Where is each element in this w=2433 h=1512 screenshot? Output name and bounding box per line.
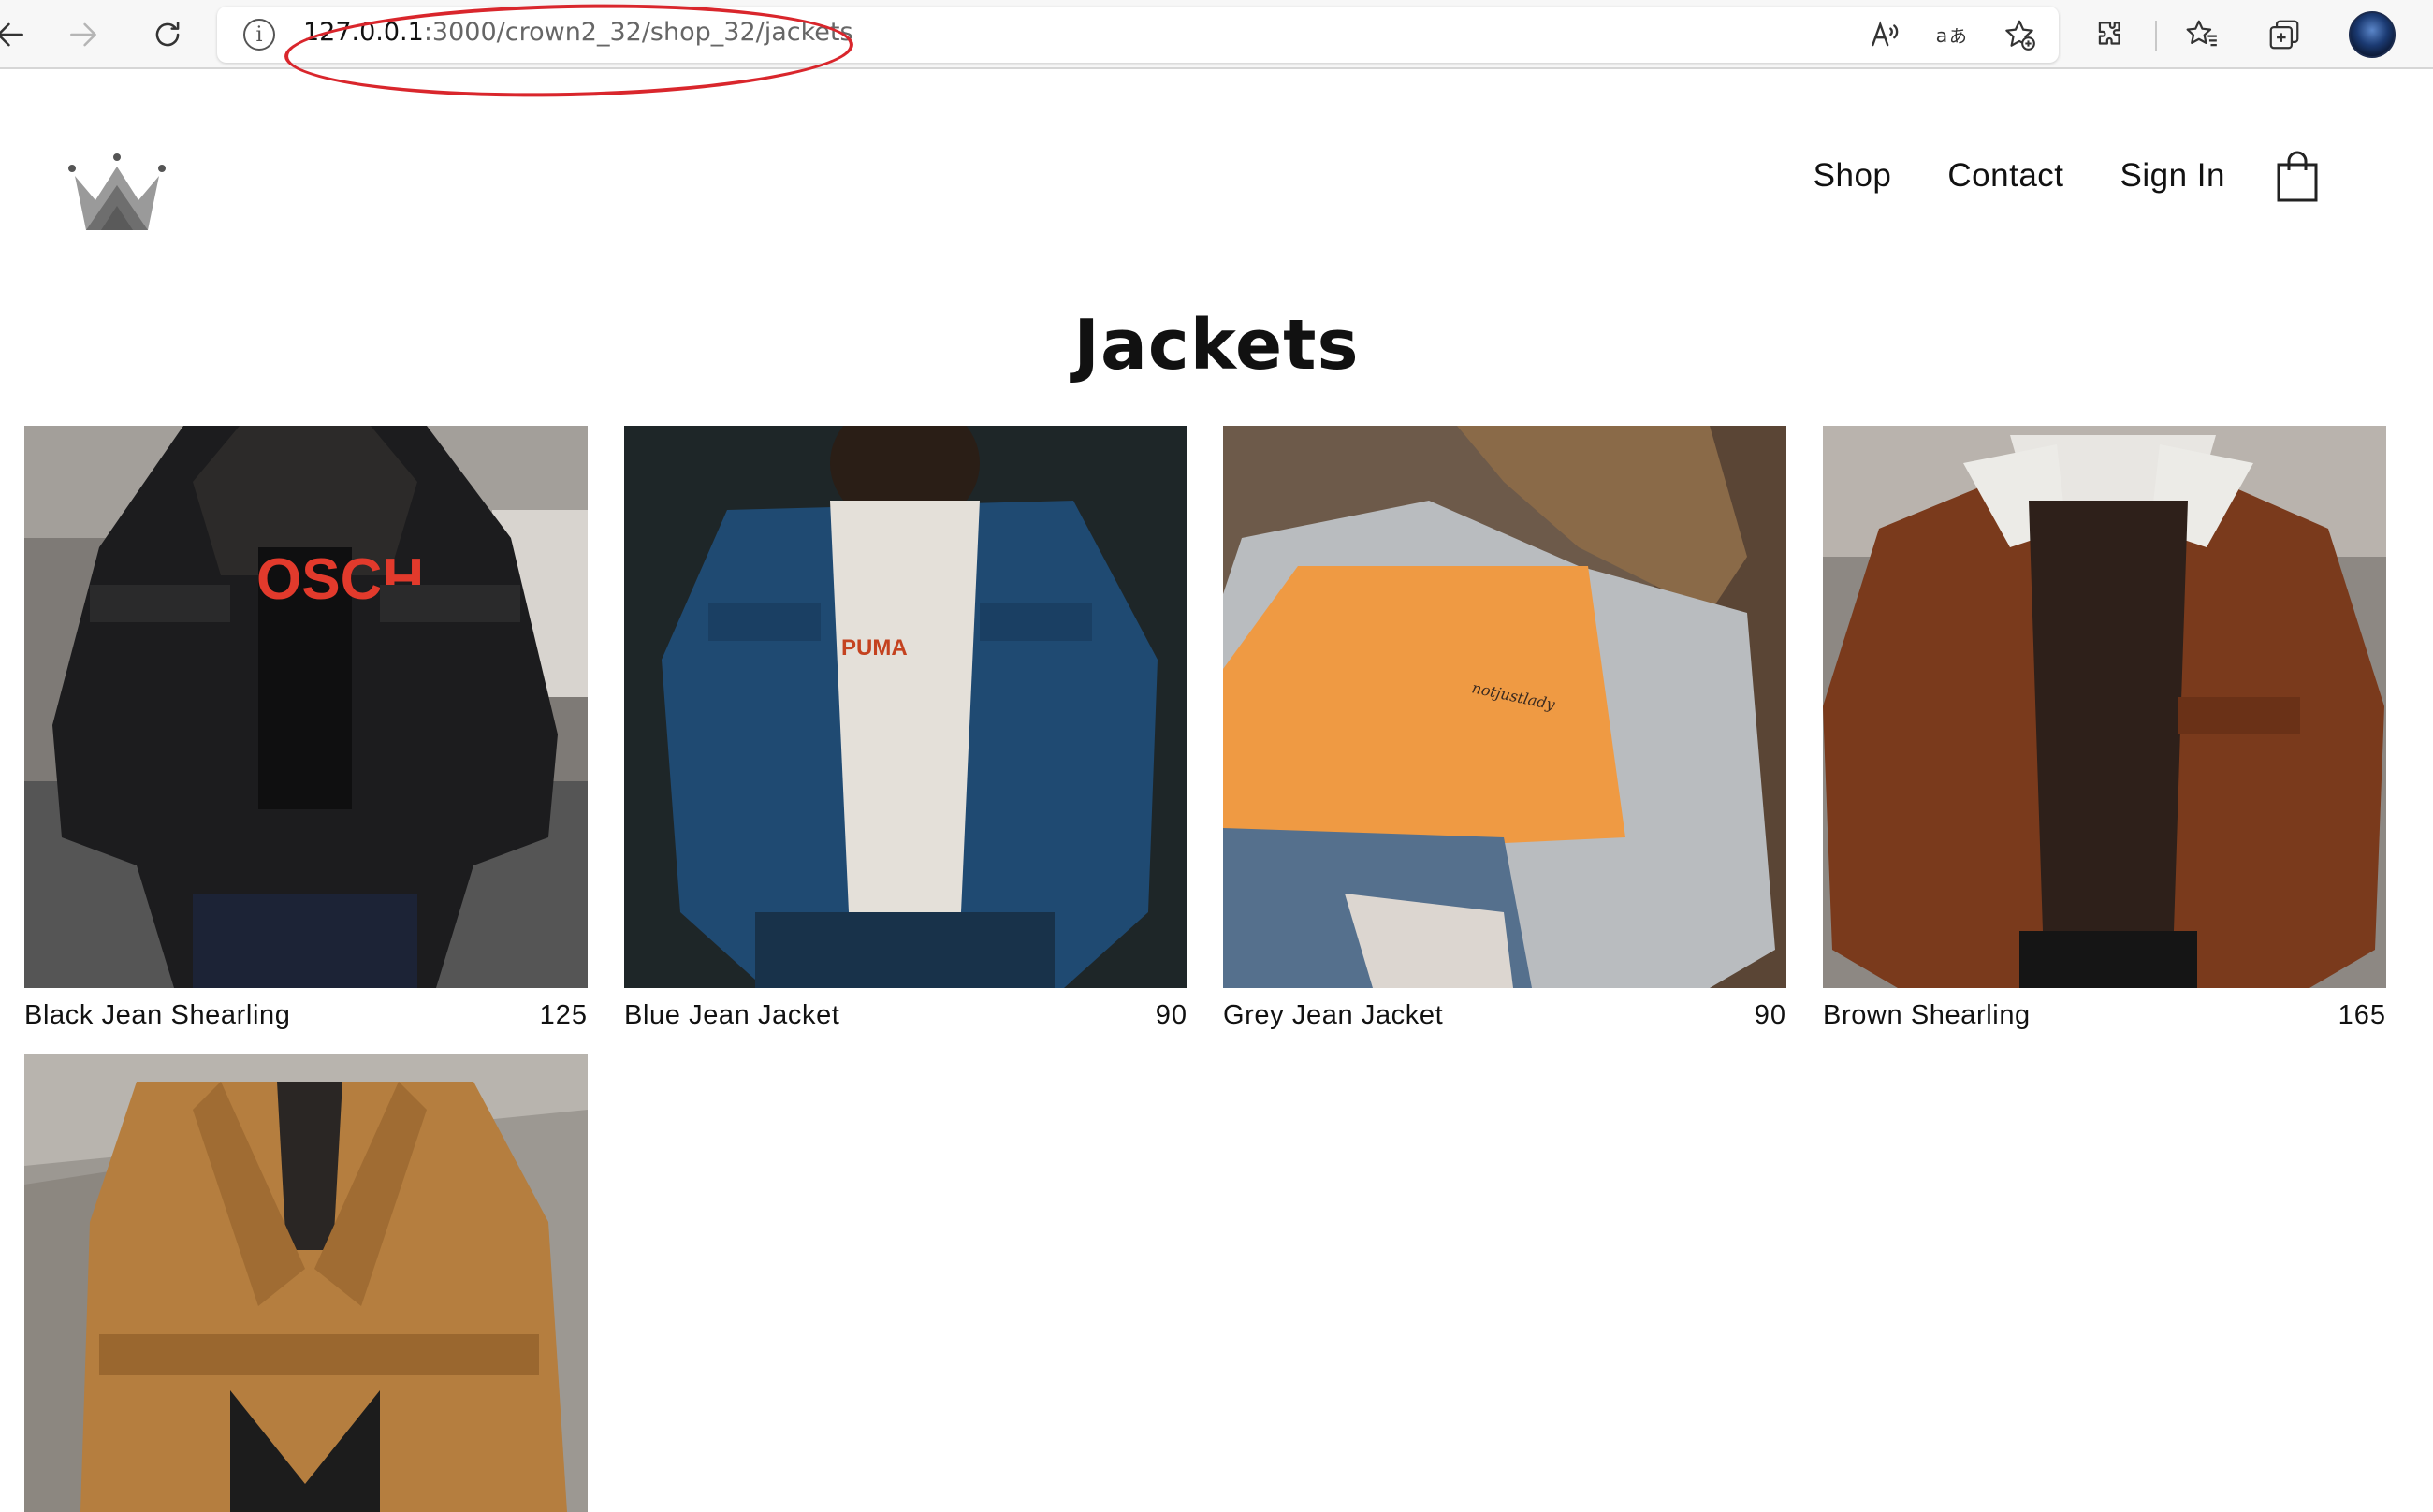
product-card[interactable]: notjustlady Grey Jean Jacket 90: [1223, 426, 1786, 1030]
product-name: Grey Jean Jacket: [1223, 1000, 1444, 1030]
product-image[interactable]: PUMA: [624, 426, 1187, 988]
product-image[interactable]: notjustlady: [1223, 426, 1786, 988]
product-footer: Grey Jean Jacket 90: [1223, 1000, 1786, 1038]
product-image[interactable]: OSCH: [24, 426, 588, 988]
product-card[interactable]: Brown Shearling 165: [1823, 426, 2386, 1030]
product-card[interactable]: [24, 1054, 588, 1512]
product-grid: OSCH Black Jean Shearling 125 PUMA Blue …: [0, 0, 2433, 1512]
product-image[interactable]: [24, 1054, 588, 1512]
product-footer: Black Jean Shearling 125: [24, 1000, 588, 1038]
product-price: 90: [1155, 1000, 1187, 1030]
product-name: Brown Shearling: [1823, 1000, 2031, 1030]
product-card[interactable]: PUMA Blue Jean Jacket 90: [624, 426, 1187, 1030]
product-name: Black Jean Shearling: [24, 1000, 291, 1030]
product-footer: Brown Shearling 165: [1823, 1000, 2386, 1038]
svg-text:PUMA: PUMA: [841, 635, 908, 661]
product-name: Blue Jean Jacket: [624, 1000, 840, 1030]
product-price: 165: [2338, 1000, 2386, 1030]
product-footer: Blue Jean Jacket 90: [624, 1000, 1187, 1038]
product-card[interactable]: OSCH Black Jean Shearling 125: [24, 426, 588, 1030]
product-image[interactable]: [1823, 426, 2386, 988]
product-price: 90: [1754, 1000, 1786, 1030]
product-price: 125: [539, 1000, 588, 1030]
